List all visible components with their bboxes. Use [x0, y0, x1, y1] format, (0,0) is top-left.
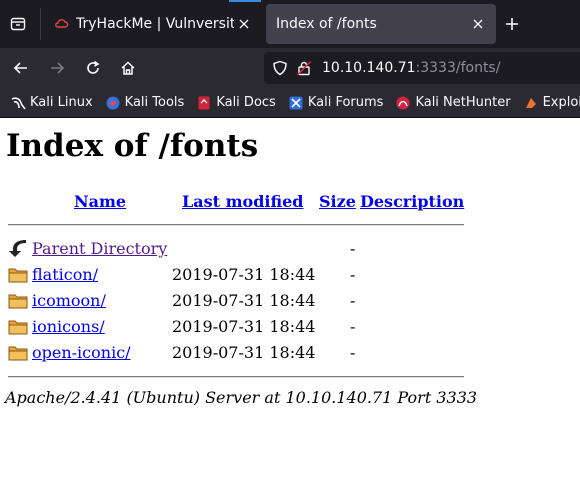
- bookmark-label: Kali Docs: [216, 95, 276, 110]
- table-row: open-iconic/ 2019-07-31 18:44 -: [0, 340, 580, 366]
- column-header-last-modified[interactable]: Last modified: [182, 192, 303, 211]
- url-path: :3333/fonts/: [415, 60, 501, 76]
- bookmark-label: Kali Tools: [124, 95, 185, 110]
- bookmark-kali-docs[interactable]: Kali Docs: [196, 95, 276, 111]
- server-signature: Apache/2.4.41 (Ubuntu) Server at 10.10.1…: [5, 388, 478, 407]
- bookmark-label: Exploit-DB: [542, 95, 580, 110]
- folder-icon: [8, 291, 28, 311]
- row-modified: 2019-07-31 18:44: [172, 317, 316, 336]
- close-tab-icon[interactable]: [234, 14, 254, 34]
- kali-tools-icon: [105, 95, 121, 111]
- url-bar[interactable]: 10.10.140.71:3333/fonts/: [264, 52, 580, 84]
- url-text: 10.10.140.71:3333/fonts/: [322, 60, 500, 76]
- url-host: 10.10.140.71: [322, 60, 416, 76]
- directory-link-open-iconic[interactable]: open-iconic/: [32, 343, 131, 362]
- tab-title: TryHackMe | Vulnversity: [76, 16, 234, 32]
- bookmark-kali-forums[interactable]: Kali Forums: [288, 95, 384, 111]
- new-tab-button[interactable]: [500, 12, 524, 36]
- tracking-protection-shield-icon[interactable]: [272, 60, 288, 76]
- page-title: Index of /fonts: [6, 128, 259, 164]
- row-modified: 2019-07-31 18:44: [172, 265, 316, 284]
- bookmark-label: Kali NetHunter: [415, 95, 511, 110]
- column-header-name[interactable]: Name: [74, 192, 126, 211]
- active-tab-indicator: [229, 0, 261, 2]
- tab-bar: TryHackMe | Vulnversity Index of /fonts: [0, 0, 580, 48]
- row-size: -: [350, 343, 356, 362]
- bookmark-kali-tools[interactable]: Kali Tools: [105, 95, 185, 111]
- bookmark-exploit-db[interactable]: Exploit-DB: [523, 95, 580, 111]
- column-header-description[interactable]: Description: [360, 192, 464, 211]
- reload-button[interactable]: [81, 56, 105, 80]
- folder-icon: [8, 317, 28, 337]
- tryhackme-icon: [54, 16, 70, 32]
- directory-link-icomoon[interactable]: icomoon/: [32, 291, 106, 310]
- table-row-parent-directory: Parent Directory -: [0, 236, 580, 262]
- bookmark-kali-linux[interactable]: Kali Linux: [10, 95, 93, 111]
- bookmarks-toolbar: Kali Linux Kali Tools Kali Docs Kali For…: [0, 88, 580, 118]
- row-size: -: [350, 239, 356, 258]
- divider: [8, 376, 464, 378]
- tab-tryhackme[interactable]: TryHackMe | Vulnversity: [46, 4, 262, 44]
- divider: [8, 224, 464, 226]
- table-row: flaticon/ 2019-07-31 18:44 -: [0, 262, 580, 288]
- navigation-toolbar: 10.10.140.71:3333/fonts/: [0, 48, 580, 88]
- row-size: -: [350, 317, 356, 336]
- folder-icon: [8, 265, 28, 285]
- kali-docs-icon: [196, 95, 212, 111]
- row-size: -: [350, 265, 356, 284]
- tab-overview-icon[interactable]: [6, 12, 30, 36]
- tab-title: Index of /fonts: [276, 16, 377, 32]
- bookmark-kali-nethunter[interactable]: Kali NetHunter: [395, 95, 511, 111]
- row-size: -: [350, 291, 356, 310]
- bookmark-label: Kali Forums: [307, 95, 384, 110]
- kali-forums-icon: [288, 95, 304, 111]
- back-button[interactable]: [9, 56, 33, 80]
- parent-directory-link[interactable]: Parent Directory: [32, 239, 167, 258]
- table-row: ionicons/ 2019-07-31 18:44 -: [0, 314, 580, 340]
- folder-icon: [8, 343, 28, 363]
- table-row: icomoon/ 2019-07-31 18:44 -: [0, 288, 580, 314]
- exploit-db-icon: [523, 95, 539, 111]
- home-button[interactable]: [116, 56, 140, 80]
- kali-nethunter-icon: [395, 95, 411, 111]
- bookmark-label: Kali Linux: [30, 95, 93, 110]
- page-content: Index of /fonts Name Last modified Size …: [0, 118, 580, 480]
- kali-dragon-icon: [10, 95, 26, 111]
- close-tab-icon[interactable]: [468, 14, 488, 34]
- back-arrow-icon: [8, 239, 28, 259]
- directory-link-ionicons[interactable]: ionicons/: [32, 317, 105, 336]
- row-modified: 2019-07-31 18:44: [172, 343, 316, 362]
- column-header-size[interactable]: Size: [319, 192, 356, 211]
- directory-link-flaticon[interactable]: flaticon/: [32, 265, 98, 284]
- tab-index-of-fonts[interactable]: Index of /fonts: [266, 4, 496, 44]
- row-modified: 2019-07-31 18:44: [172, 291, 316, 310]
- forward-button[interactable]: [45, 56, 69, 80]
- insecure-lock-icon[interactable]: [296, 60, 312, 76]
- tab-divider: [40, 8, 41, 40]
